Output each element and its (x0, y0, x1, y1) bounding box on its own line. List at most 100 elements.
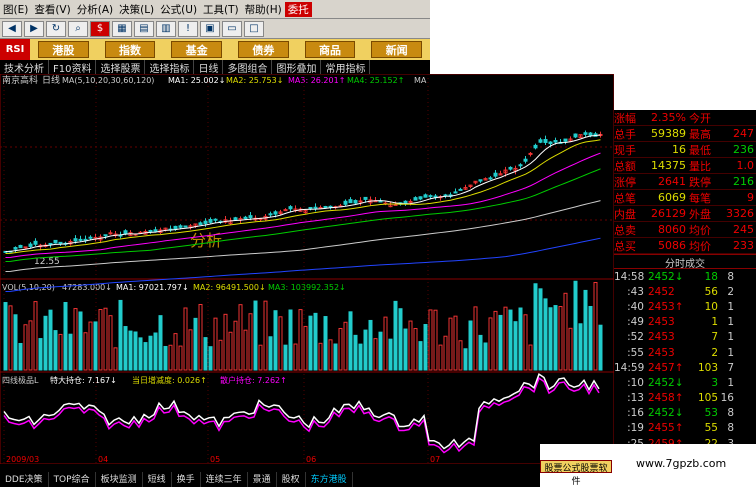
search-icon[interactable]: ⌕ (68, 20, 88, 37)
window-icon[interactable]: □ (244, 20, 264, 37)
candle-body (283, 209, 288, 212)
quote-key: 总买 (614, 239, 636, 253)
trade-time: 14:58 (614, 270, 645, 283)
quote-value2: 245 (733, 223, 754, 236)
volume-bar (553, 305, 558, 371)
menu-item[interactable]: 工具(T) (200, 2, 242, 17)
trade-row: :49 2453 1 1 (614, 315, 756, 330)
chart-tab[interactable]: F10资料 (49, 59, 97, 75)
candle-body (363, 196, 368, 200)
bottom-tab[interactable]: 换手 (172, 472, 201, 487)
volume-bar (543, 298, 548, 371)
chart-tab[interactable]: 图形叠加 (272, 59, 322, 75)
quote-key2: 跌停 (689, 175, 711, 189)
dollar-icon[interactable]: $ (90, 20, 110, 37)
volume-bar (268, 336, 273, 371)
quote-key: 总笔 (614, 191, 636, 205)
quote-value2: 9 (747, 191, 754, 204)
candle-body (273, 211, 278, 215)
quote-value2: 233 (733, 239, 754, 252)
rsi-button[interactable]: RSI (0, 39, 30, 60)
trade-price: 2453↑ (648, 300, 684, 313)
market-button[interactable]: 债券 (238, 41, 289, 58)
chart-tab[interactable]: 日线 (194, 59, 224, 75)
date-label: 07 (430, 455, 440, 464)
ma5-label: MA (414, 76, 427, 85)
market-button[interactable]: 指数 (104, 41, 156, 58)
chart-tab[interactable]: 选择指标 (145, 59, 195, 75)
bottom-tab[interactable]: 股权 (277, 472, 306, 487)
trade-price: 2457↑ (648, 361, 684, 374)
ad-label[interactable]: 股票公式股票软件 (540, 460, 612, 487)
quote-row: 总笔 6069 每笔 9 (614, 190, 756, 206)
quote-key: 总卖 (614, 223, 636, 237)
candle-body (488, 177, 493, 180)
menu-item[interactable]: 分析(A) (74, 2, 116, 17)
menu-item[interactable]: 查看(V) (31, 2, 73, 17)
low-label: 12.55 (34, 257, 60, 267)
candle-body (83, 238, 88, 241)
quote-value2: 236 (733, 143, 754, 156)
refresh-icon[interactable]: ↻ (46, 20, 66, 37)
print-icon[interactable]: ▭ (222, 20, 242, 37)
trade-count: 1 (727, 300, 734, 313)
volume-bar (153, 332, 158, 371)
menu-item[interactable]: 图(E) (0, 2, 31, 17)
volume-bar (128, 330, 133, 371)
market-button[interactable]: 新闻 (371, 41, 423, 58)
volume-bar (78, 311, 83, 371)
bottom-tab[interactable]: 板块监测 (96, 472, 143, 487)
bottom-tab[interactable]: DDE决策 (0, 472, 49, 487)
back-icon[interactable]: ◀ (2, 20, 22, 37)
volume-bar (358, 343, 363, 371)
quote-value2: 3326 (726, 207, 754, 220)
volume-bar (163, 345, 168, 371)
menu-item[interactable]: 公式(U) (157, 2, 200, 17)
bottom-tab[interactable]: 景通 (248, 472, 277, 487)
market-button[interactable]: 商品 (304, 41, 356, 58)
trade-row: :16 2452↓ 53 8 (614, 406, 756, 421)
market-button[interactable]: 港股 (38, 41, 89, 58)
main-chart[interactable]: 南京高科 日线 MA(5,10,20,30,60,120) MA1: 25.002↓ M… (0, 74, 614, 464)
volume-bar (588, 305, 593, 371)
volume-bar (313, 312, 318, 371)
watermark-text: www.7gpzb.com (636, 457, 727, 470)
chart-tab[interactable]: 常用指标 (321, 59, 371, 75)
bottom-tab[interactable]: 短线 (143, 472, 172, 487)
chart-icon[interactable]: ▤ (134, 20, 154, 37)
volume-bar (93, 321, 98, 371)
volume-bar (148, 335, 153, 371)
bottom-tab[interactable]: TOP综合 (49, 472, 96, 487)
volume-bar (468, 320, 473, 371)
quote-row: 总卖 8060 均价 245 (614, 222, 756, 238)
quote-value: 16 (672, 143, 686, 156)
menu-item[interactable]: 委托 (284, 1, 312, 17)
quote-key: 内盘 (614, 207, 636, 221)
chart-tab[interactable]: 多图组合 (223, 59, 273, 75)
volume-bar (508, 309, 513, 371)
stats-icon[interactable]: ▥ (156, 20, 176, 37)
alert-icon[interactable]: ! (178, 20, 198, 37)
chart-tab[interactable]: 选择股票 (96, 59, 146, 75)
bottom-tab[interactable]: 东方港股 (306, 472, 353, 487)
forward-icon[interactable]: ▶ (24, 20, 44, 37)
candle-body (413, 197, 418, 201)
candle-body (73, 238, 78, 242)
volume-bar (158, 315, 163, 371)
menu-item[interactable]: 帮助(H) (242, 2, 285, 17)
date-label: 2009/03 (6, 455, 39, 464)
bottom-tab[interactable]: 连续三年 (201, 472, 248, 487)
menu-item[interactable]: 决策(L) (116, 2, 157, 17)
date-label: 05 (210, 455, 220, 464)
calendar-icon[interactable]: ▣ (200, 20, 220, 37)
ind-a: 特大持仓: 7.167↓ (50, 375, 117, 385)
quote-key: 总手 (614, 127, 636, 141)
volume-bar (538, 288, 543, 371)
stock-label: 南京高科 (2, 74, 38, 86)
trade-count: 1 (727, 376, 734, 389)
chart-tab[interactable]: 技术分析 (0, 59, 49, 75)
grid-icon[interactable]: ▦ (112, 20, 132, 37)
quote-key2: 最低 (689, 143, 711, 157)
volume-bar (598, 324, 603, 371)
market-button[interactable]: 基金 (171, 41, 223, 58)
